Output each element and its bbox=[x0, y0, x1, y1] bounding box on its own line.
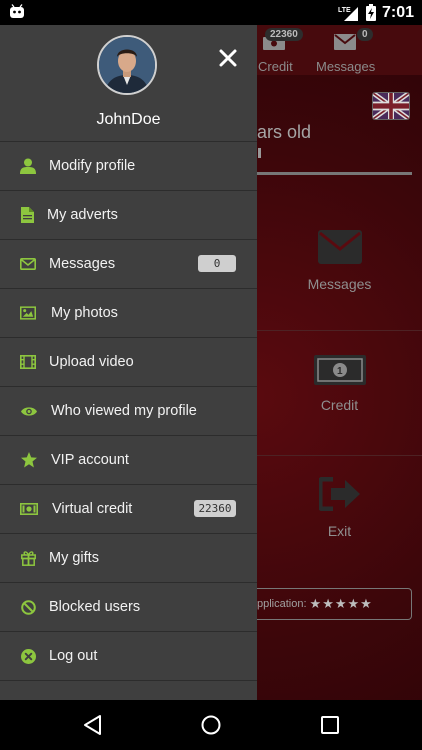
menu-item-label: Modify profile bbox=[49, 158, 136, 174]
user-icon bbox=[20, 158, 36, 174]
divider bbox=[257, 455, 422, 456]
tile-exit-label: Exit bbox=[327, 523, 352, 539]
menu-item-label: My gifts bbox=[49, 550, 99, 566]
menu-item-label: Log out bbox=[49, 648, 98, 664]
banknote-icon: 1 bbox=[313, 355, 366, 385]
messages-tab-badge: 0 bbox=[357, 28, 373, 41]
android-debug-icon bbox=[10, 4, 24, 18]
tab-messages[interactable]: 0 Messages bbox=[310, 25, 380, 75]
tile-messages[interactable]: Messages bbox=[257, 230, 422, 292]
credit-tab-badge: 22360 bbox=[265, 28, 303, 41]
menu-item-upload-video[interactable]: Upload video bbox=[0, 337, 257, 386]
menu-item-who-viewed[interactable]: Who viewed my profile bbox=[0, 386, 257, 435]
menu-item-modify-profile[interactable]: Modify profile bbox=[0, 141, 257, 190]
clock: 7:01 bbox=[381, 3, 414, 21]
menu-item-label: Virtual credit bbox=[52, 501, 133, 517]
age-text: ars old bbox=[257, 122, 312, 142]
messages-count-badge: 0 bbox=[198, 255, 236, 272]
reputation-box: pplication: ★★★★★ bbox=[257, 588, 412, 620]
reputation-label: pplication: bbox=[257, 598, 307, 610]
menu-item-label: Upload video bbox=[49, 354, 134, 370]
home-icon[interactable] bbox=[200, 714, 222, 736]
back-icon[interactable] bbox=[82, 714, 104, 736]
tab-messages-label: Messages bbox=[316, 59, 376, 74]
rating-stars: ★★★★★ bbox=[309, 596, 373, 611]
menu-item-label: My adverts bbox=[47, 207, 118, 223]
eye-icon bbox=[21, 403, 37, 419]
menu-item-label: Messages bbox=[49, 256, 116, 272]
envelope-icon bbox=[317, 230, 362, 264]
tile-exit[interactable]: Exit bbox=[257, 477, 422, 539]
username: JohnDoe bbox=[96, 111, 161, 128]
drawer-header: JohnDoe bbox=[0, 25, 257, 141]
tile-credit[interactable]: 1 Credit bbox=[257, 355, 422, 413]
menu-item-vip-account[interactable]: VIP account bbox=[0, 435, 257, 484]
uk-flag-icon[interactable] bbox=[372, 92, 410, 120]
photo-icon bbox=[20, 305, 36, 321]
signal-lte-icon: LTE bbox=[338, 6, 358, 21]
status-bar: LTE 7:01 bbox=[0, 0, 422, 25]
tile-credit-label: Credit bbox=[320, 397, 359, 413]
menu-item-virtual-credit[interactable]: Virtual credit 22360 bbox=[0, 484, 257, 533]
menu-item-my-gifts[interactable]: My gifts bbox=[0, 533, 257, 582]
navigation-drawer: JohnDoe Modify profile My adverts Messag… bbox=[0, 25, 257, 700]
divider bbox=[257, 172, 412, 175]
star-icon bbox=[21, 452, 37, 468]
age-subtext-fragment bbox=[258, 148, 261, 158]
film-icon bbox=[20, 354, 36, 370]
envelope-icon bbox=[20, 256, 36, 272]
battery-charging-icon bbox=[365, 4, 376, 21]
svg-text:LTE: LTE bbox=[338, 7, 351, 14]
close-circle-icon bbox=[20, 648, 36, 664]
menu-item-label: My photos bbox=[51, 305, 118, 321]
menu-item-blocked-users[interactable]: Blocked users bbox=[0, 582, 257, 631]
money-icon bbox=[20, 501, 38, 517]
ban-icon bbox=[20, 599, 36, 615]
recents-icon[interactable] bbox=[319, 714, 341, 736]
messages-tab-icon bbox=[334, 34, 356, 50]
menu-item-messages[interactable]: Messages 0 bbox=[0, 239, 257, 288]
exit-arrow-icon bbox=[318, 477, 360, 511]
menu-item-log-out[interactable]: Log out bbox=[0, 631, 257, 680]
document-icon bbox=[19, 207, 35, 223]
menu-item-my-adverts[interactable]: My adverts bbox=[0, 190, 257, 239]
avatar[interactable] bbox=[97, 35, 157, 95]
svg-text:1: 1 bbox=[337, 366, 343, 377]
menu-item-label: Who viewed my profile bbox=[51, 403, 197, 419]
credit-count-badge: 22360 bbox=[194, 500, 236, 517]
tab-credit-label: Credit bbox=[258, 59, 293, 74]
menu-item-my-photos[interactable]: My photos bbox=[0, 288, 257, 337]
close-icon[interactable] bbox=[218, 48, 238, 68]
gift-icon bbox=[20, 550, 36, 566]
system-navigation-bar bbox=[0, 700, 422, 750]
divider bbox=[257, 330, 422, 331]
menu-item-label: VIP account bbox=[51, 452, 129, 468]
divider bbox=[0, 680, 257, 681]
tile-messages-label: Messages bbox=[307, 276, 372, 292]
drawer-menu: Modify profile My adverts Messages 0 My … bbox=[0, 141, 257, 681]
menu-item-label: Blocked users bbox=[49, 599, 141, 615]
